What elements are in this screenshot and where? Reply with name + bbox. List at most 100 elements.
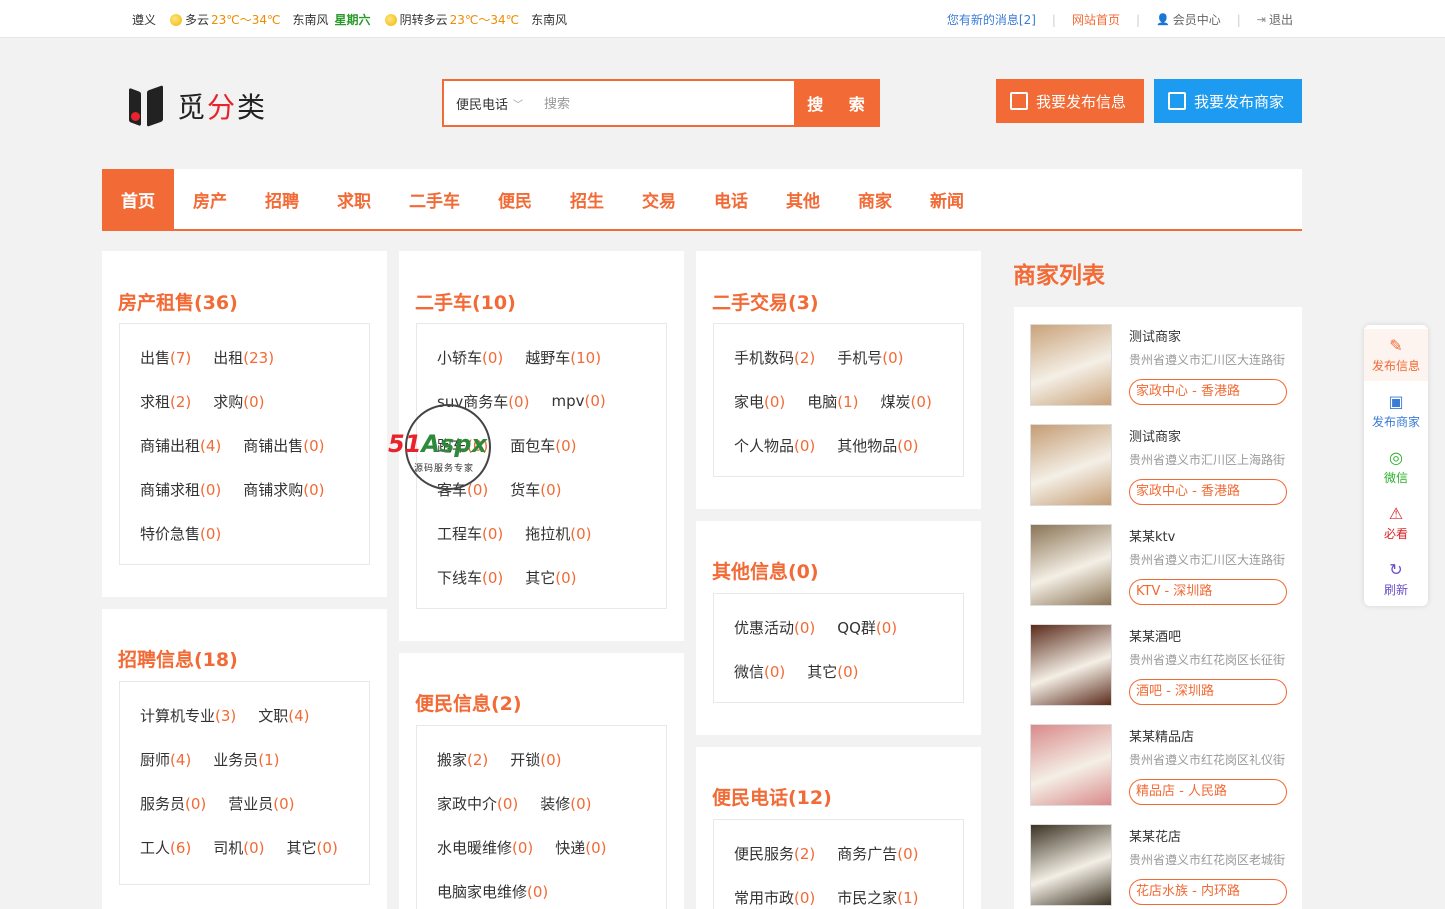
shop-category-badge[interactable]: KTV - 深圳路	[1129, 579, 1287, 605]
category-link[interactable]: 出售(7)	[140, 347, 191, 368]
nav-item[interactable]: 招生	[551, 169, 623, 229]
category-link[interactable]: mpv(0)	[551, 392, 605, 410]
shop-category-badge[interactable]: 家政中心 - 香港路	[1129, 479, 1287, 505]
category-link[interactable]: 文职(4)	[258, 705, 309, 726]
shop-category-badge[interactable]: 家政中心 - 香港路	[1129, 379, 1287, 405]
category-link[interactable]: 常用市政(0)	[734, 887, 815, 908]
category-link[interactable]: 个人物品(0)	[734, 435, 815, 456]
card-title[interactable]: 房产租售(36)	[118, 288, 238, 315]
shop-category-badge[interactable]: 精品店 - 人民路	[1129, 779, 1287, 805]
category-link[interactable]: 开锁(0)	[510, 749, 561, 770]
shop-name[interactable]: 测试商家	[1129, 326, 1181, 345]
category-link[interactable]: 计算机专业(3)	[140, 705, 236, 726]
category-link[interactable]: 货车(0)	[510, 479, 561, 500]
nav-item[interactable]: 招聘	[246, 169, 318, 229]
category-link[interactable]: 商铺出租(4)	[140, 435, 221, 456]
card-title[interactable]: 招聘信息(18)	[118, 645, 238, 672]
shop-item[interactable]: 某某酒吧 贵州省遵义市红花岗区长征街 酒吧 - 深圳路	[1030, 624, 1288, 706]
sidebar-must-read[interactable]: ⚠ 必看	[1364, 497, 1428, 549]
category-link[interactable]: 煤炭(0)	[881, 391, 932, 412]
category-link[interactable]: 其它(0)	[525, 567, 576, 588]
shop-name[interactable]: 测试商家	[1129, 426, 1181, 445]
category-link[interactable]: 市民之家(1)	[837, 887, 918, 908]
shop-thumbnail[interactable]	[1030, 624, 1112, 706]
category-link[interactable]: 其他物品(0)	[837, 435, 918, 456]
shop-name[interactable]: 某某ktv	[1129, 526, 1175, 545]
card-title[interactable]: 便民电话(12)	[712, 783, 832, 810]
category-link[interactable]: 服务员(0)	[140, 793, 206, 814]
card-title[interactable]: 其他信息(0)	[712, 557, 819, 584]
search-button[interactable]: 搜 索	[794, 81, 878, 125]
category-link[interactable]: 商铺求购(0)	[243, 479, 324, 500]
category-link[interactable]: 特价急售(0)	[140, 523, 221, 544]
sidebar-post-info[interactable]: ✎ 发布信息	[1364, 329, 1428, 381]
category-link[interactable]: 拖拉机(0)	[525, 523, 591, 544]
post-shop-button[interactable]: 我要发布商家	[1154, 79, 1302, 123]
category-link[interactable]: 搬家(2)	[437, 749, 488, 770]
shop-thumbnail[interactable]	[1030, 424, 1112, 506]
nav-item[interactable]: 房产	[174, 169, 246, 229]
card-title[interactable]: 二手车(10)	[415, 288, 516, 315]
category-link[interactable]: 工程车(0)	[437, 523, 503, 544]
shop-name[interactable]: 某某酒吧	[1129, 626, 1181, 645]
shop-category-badge[interactable]: 酒吧 - 深圳路	[1129, 679, 1287, 705]
category-link[interactable]: 商铺出售(0)	[243, 435, 324, 456]
category-link[interactable]: 小轿车(0)	[437, 347, 503, 368]
category-link[interactable]: 商铺求租(0)	[140, 479, 221, 500]
category-link[interactable]: 出租(23)	[213, 347, 274, 368]
shop-thumbnail[interactable]	[1030, 824, 1112, 906]
nav-item[interactable]: 便民	[479, 169, 551, 229]
nav-item[interactable]: 求职	[318, 169, 390, 229]
category-link[interactable]: 求购(0)	[213, 391, 264, 412]
category-link[interactable]: 微信(0)	[734, 661, 785, 682]
category-link[interactable]: 手机数码(2)	[734, 347, 815, 368]
nav-item[interactable]: 其他	[767, 169, 839, 229]
shop-thumbnail[interactable]	[1030, 724, 1112, 806]
category-link[interactable]: 工人(6)	[140, 837, 191, 858]
shop-thumbnail[interactable]	[1030, 324, 1112, 406]
category-link[interactable]: 电脑家电维修(0)	[437, 881, 548, 902]
category-link[interactable]: 厨师(4)	[140, 749, 191, 770]
sidebar-wechat[interactable]: ◎ 微信	[1364, 441, 1428, 493]
category-link[interactable]: 其它(0)	[807, 661, 858, 682]
category-link[interactable]: 水电暖维修(0)	[437, 837, 533, 858]
category-link[interactable]: 家政中介(0)	[437, 793, 518, 814]
category-link[interactable]: 越野车(10)	[525, 347, 601, 368]
site-logo[interactable]: 觅分类	[127, 85, 267, 127]
category-link[interactable]: 商务广告(0)	[837, 843, 918, 864]
nav-item[interactable]: 电话	[695, 169, 767, 229]
shop-category-badge[interactable]: 花店水族 - 内环路	[1129, 879, 1287, 905]
card-title[interactable]: 便民信息(2)	[415, 689, 522, 716]
sidebar-post-shop[interactable]: ▣ 发布商家	[1364, 385, 1428, 437]
category-link[interactable]: 优惠活动(0)	[734, 617, 815, 638]
nav-item[interactable]: 交易	[623, 169, 695, 229]
messages-link[interactable]: 您有新的消息[2]	[947, 11, 1036, 28]
nav-item[interactable]: 二手车	[390, 169, 479, 229]
shop-thumbnail[interactable]	[1030, 524, 1112, 606]
shop-item[interactable]: 某某ktv 贵州省遵义市汇川区大连路街 KTV - 深圳路	[1030, 524, 1288, 606]
category-link[interactable]: 手机号(0)	[837, 347, 903, 368]
shop-item[interactable]: 某某精品店 贵州省遵义市红花岗区礼仪街 精品店 - 人民路	[1030, 724, 1288, 806]
category-link[interactable]: 营业员(0)	[228, 793, 294, 814]
nav-item[interactable]: 新闻	[911, 169, 983, 229]
category-link[interactable]: 其它(0)	[287, 837, 338, 858]
nav-item[interactable]: 商家	[839, 169, 911, 229]
shop-item[interactable]: 测试商家 贵州省遵义市汇川区上海路街 家政中心 - 香港路	[1030, 424, 1288, 506]
member-center-link[interactable]: 会员中心	[1173, 11, 1221, 28]
category-link[interactable]: 装修(0)	[540, 793, 591, 814]
category-link[interactable]: 司机(0)	[213, 837, 264, 858]
home-link[interactable]: 网站首页	[1072, 11, 1120, 28]
card-title[interactable]: 二手交易(3)	[712, 288, 819, 315]
shop-name[interactable]: 某某花店	[1129, 826, 1181, 845]
category-link[interactable]: 业务员(1)	[213, 749, 279, 770]
shop-item[interactable]: 测试商家 贵州省遵义市汇川区大连路街 家政中心 - 香港路	[1030, 324, 1288, 406]
category-link[interactable]: 求租(2)	[140, 391, 191, 412]
search-category-select[interactable]: 便民电话 ﹀	[444, 81, 536, 125]
category-link[interactable]: 电脑(1)	[807, 391, 858, 412]
category-link[interactable]: QQ群(0)	[837, 617, 897, 638]
logout-link[interactable]: 退出	[1269, 11, 1293, 28]
search-input[interactable]	[536, 81, 794, 125]
category-link[interactable]: 快递(0)	[555, 837, 606, 858]
category-link[interactable]: 下线车(0)	[437, 567, 503, 588]
shop-item[interactable]: 某某花店 贵州省遵义市红花岗区老城街 花店水族 - 内环路	[1030, 824, 1288, 906]
